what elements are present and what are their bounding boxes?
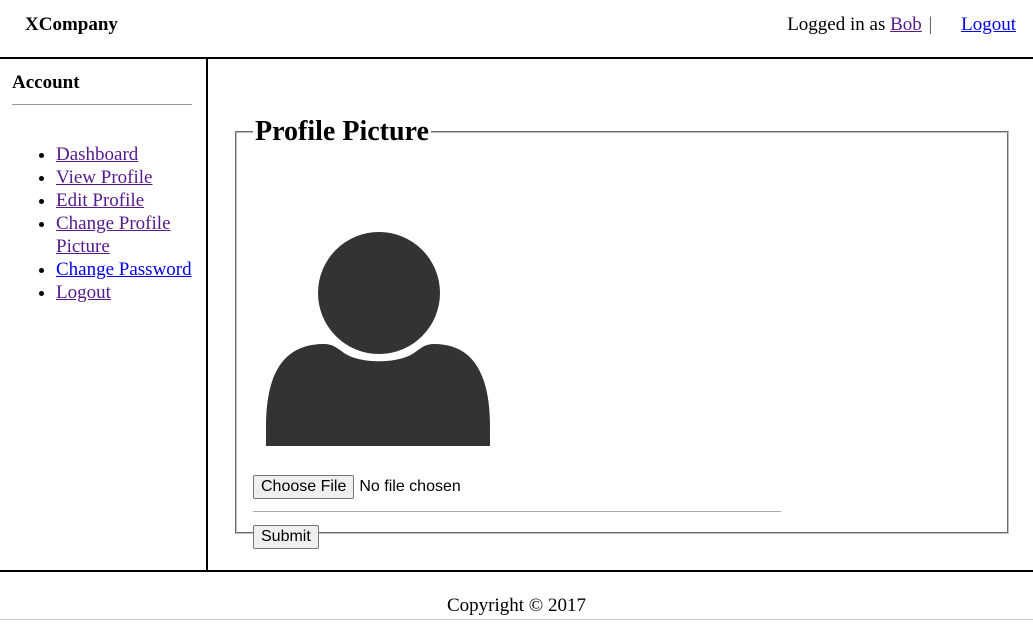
sidebar-item-logout: Logout: [56, 281, 206, 304]
copyright-text: Copyright © 2017: [447, 595, 586, 616]
sidebar-link-change-profile-picture[interactable]: Change Profile Picture: [56, 213, 171, 257]
file-status-text: No file chosen: [359, 478, 461, 495]
user-silhouette-icon: [266, 232, 490, 446]
header-logout-link[interactable]: Logout: [961, 14, 1016, 35]
sidebar-title: Account: [12, 72, 80, 93]
sidebar-link-dashboard[interactable]: Dashboard: [56, 144, 138, 165]
user-bar: Logged in as Bob | Logout: [787, 14, 1016, 36]
sidebar-divider: [12, 104, 192, 105]
sidebar-item-change-password: Change Password: [56, 258, 206, 281]
sidebar-link-view-profile[interactable]: View Profile: [56, 167, 152, 188]
user-bar-separator: |: [928, 14, 933, 35]
brand-logo-text: XCompany: [25, 14, 118, 35]
submit-wrapper: Submit: [253, 525, 319, 549]
profile-picture-form: Profile Picture Choose File No file chos…: [235, 116, 1009, 549]
sidebar-item-edit-profile: Edit Profile: [56, 189, 206, 212]
sidebar-menu: Dashboard View Profile Edit Profile Chan…: [16, 143, 206, 304]
sidebar-link-edit-profile[interactable]: Edit Profile: [56, 190, 144, 211]
profile-picture-legend: Profile Picture: [255, 116, 429, 147]
form-divider: [253, 511, 781, 512]
sidebar-link-change-password[interactable]: Change Password: [56, 259, 192, 280]
footer: Copyright © 2017: [0, 570, 1033, 620]
sidebar-link-logout[interactable]: Logout: [56, 282, 111, 303]
sidebar-item-dashboard: Dashboard: [56, 143, 206, 166]
submit-button[interactable]: Submit: [253, 525, 319, 549]
logged-in-label: Logged in as: [787, 14, 886, 35]
file-input: Choose File No file chosen: [253, 475, 461, 499]
header: XCompany Logged in as Bob | Logout: [0, 0, 1033, 59]
username-link[interactable]: Bob: [890, 14, 922, 35]
sidebar-item-change-profile-picture: Change Profile Picture: [56, 212, 206, 258]
main-content: Profile Picture Choose File No file chos…: [208, 59, 1033, 570]
sidebar: Account Dashboard View Profile Edit Prof…: [0, 59, 208, 570]
choose-file-button[interactable]: Choose File: [253, 475, 355, 499]
sidebar-item-view-profile: View Profile: [56, 166, 206, 189]
